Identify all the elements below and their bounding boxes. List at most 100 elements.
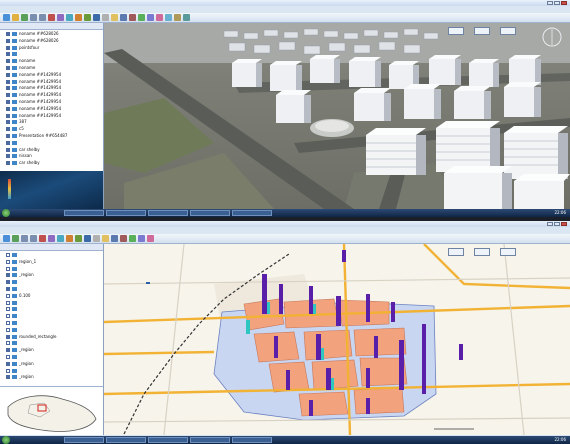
play-icon[interactable] <box>138 14 145 21</box>
layer-tree-item[interactable]: noname ##628026 <box>0 38 103 44</box>
stop-icon[interactable] <box>129 14 136 21</box>
layer-tree-item[interactable]: noname ##1429954 <box>0 79 103 85</box>
layer-checkbox[interactable] <box>6 140 10 145</box>
layer-checkbox[interactable] <box>6 66 10 70</box>
taskbar-item[interactable] <box>106 210 146 216</box>
layer-checkbox[interactable] <box>6 32 10 36</box>
taskbar-item[interactable] <box>190 437 230 443</box>
overview-map[interactable] <box>0 386 103 435</box>
layer-tree-item[interactable]: _region <box>0 272 103 278</box>
layer-tree-item[interactable] <box>0 266 103 272</box>
zoom-out-icon[interactable] <box>30 235 37 242</box>
layer-checkbox[interactable] <box>6 127 10 132</box>
refresh-icon[interactable] <box>111 235 118 242</box>
measure-icon[interactable] <box>39 235 46 242</box>
3d-scene-view[interactable] <box>104 23 570 209</box>
export-icon[interactable] <box>147 235 154 242</box>
layer-checkbox[interactable] <box>6 327 10 332</box>
maximize-button[interactable] <box>554 1 560 5</box>
layer-tree-item[interactable]: noname <box>0 65 103 71</box>
layer-checkbox[interactable] <box>6 59 10 64</box>
layer-tree-item[interactable] <box>0 313 103 319</box>
layer-tree-item[interactable]: _region <box>0 347 103 353</box>
layer-tree-item[interactable]: noname ##1429954 <box>0 113 103 119</box>
layer-checkbox[interactable] <box>6 38 10 43</box>
fly-icon[interactable] <box>84 14 91 21</box>
layer-checkbox[interactable] <box>6 273 10 278</box>
view-button-1[interactable] <box>448 248 464 256</box>
layer-checkbox[interactable] <box>6 120 10 125</box>
layer-tree-item[interactable]: noname <box>0 58 103 64</box>
layer-tree-item[interactable]: region_1 <box>0 259 103 265</box>
taskbar-item[interactable] <box>106 437 146 443</box>
view-button-2[interactable] <box>474 27 490 35</box>
refresh-icon[interactable] <box>120 14 127 21</box>
taskbar-item[interactable] <box>232 437 272 443</box>
layer-tree-item[interactable] <box>0 286 103 292</box>
select-icon[interactable] <box>48 235 55 242</box>
globe-icon[interactable] <box>93 14 100 21</box>
layer-tree-item[interactable] <box>0 354 103 360</box>
layer-checkbox[interactable] <box>6 79 10 84</box>
stop-icon[interactable] <box>120 235 127 242</box>
layer-tree-item[interactable] <box>0 306 103 312</box>
layer-checkbox[interactable] <box>6 287 10 291</box>
pan-icon[interactable] <box>75 14 82 21</box>
folder-icon[interactable] <box>12 14 19 21</box>
select-icon[interactable] <box>57 14 64 21</box>
layer-checkbox[interactable] <box>6 52 10 57</box>
layer-tree-item[interactable]: pointsfour <box>0 45 103 51</box>
map-icon[interactable] <box>84 235 91 242</box>
layer-checkbox[interactable] <box>6 334 10 339</box>
layer-checkbox[interactable] <box>6 300 10 305</box>
layer-tree-item[interactable]: _region <box>0 361 103 367</box>
start-button[interactable] <box>2 209 10 217</box>
layer-icon[interactable] <box>21 14 28 21</box>
minimize-button[interactable] <box>547 222 553 226</box>
query-icon[interactable] <box>75 235 82 242</box>
layer-tree-item[interactable]: nissan <box>0 153 103 159</box>
zoom-out-icon[interactable] <box>39 14 46 21</box>
taskbar-item[interactable] <box>64 437 104 443</box>
rotate-icon[interactable] <box>66 14 73 21</box>
layer-checkbox[interactable] <box>6 106 10 111</box>
view-button-3[interactable] <box>500 248 516 256</box>
layer-tree-item[interactable]: noname ##1429954 <box>0 72 103 78</box>
help-icon[interactable] <box>174 14 181 21</box>
open-icon[interactable] <box>3 14 10 21</box>
start-button[interactable] <box>2 436 10 444</box>
view-button-2[interactable] <box>474 248 490 256</box>
layer-checkbox[interactable] <box>6 154 10 159</box>
layer-checkbox[interactable] <box>6 361 10 366</box>
layer-checkbox[interactable] <box>6 147 10 152</box>
bookmark-icon[interactable] <box>102 235 109 242</box>
layer-tree-item[interactable] <box>0 368 103 374</box>
layer-tree-item[interactable] <box>0 340 103 346</box>
layer-checkbox[interactable] <box>6 266 10 271</box>
measure-icon[interactable] <box>48 14 55 21</box>
layer-tree-item[interactable] <box>0 300 103 306</box>
layer-tree-item[interactable]: 387 <box>0 119 103 125</box>
extra-icon[interactable] <box>183 14 190 21</box>
layer-checkbox[interactable] <box>6 72 10 77</box>
layer-tree-item[interactable]: noname ##1429954 <box>0 106 103 112</box>
layer-checkbox[interactable] <box>6 45 10 50</box>
layer-tree-item[interactable]: noname ##1429954 <box>0 85 103 91</box>
print-icon[interactable] <box>156 14 163 21</box>
full-extent-icon[interactable] <box>129 235 136 242</box>
layer-checkbox[interactable] <box>6 341 10 346</box>
layer-checkbox[interactable] <box>6 321 10 325</box>
layer-tree-item[interactable]: noname ##1429954 <box>0 99 103 105</box>
layer-checkbox[interactable] <box>6 348 10 353</box>
globe-overview-map[interactable] <box>0 171 103 209</box>
layer-tree-item[interactable] <box>0 252 103 258</box>
layer-checkbox[interactable] <box>6 314 10 319</box>
layer-tree-item[interactable]: _region <box>0 374 103 380</box>
taskbar-item[interactable] <box>64 210 104 216</box>
zoom-in-icon[interactable] <box>21 235 28 242</box>
layer-tree-item[interactable] <box>0 51 103 57</box>
pan-icon[interactable] <box>57 235 64 242</box>
layer-checkbox[interactable] <box>6 375 10 380</box>
layer-checkbox[interactable] <box>6 86 10 91</box>
camera-icon[interactable] <box>147 14 154 21</box>
